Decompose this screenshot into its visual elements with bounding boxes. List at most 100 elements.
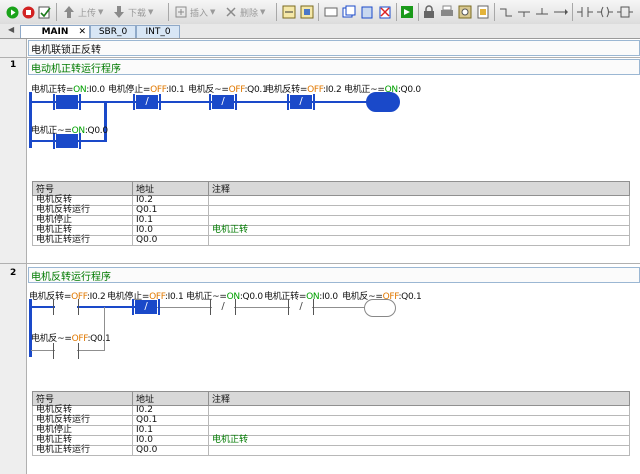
table-row[interactable]: 电机反转运行 Q0.1 [32,415,630,426]
table-row[interactable]: 电机正转 I0.0 电机正转 [32,225,630,236]
contact-no[interactable] [53,299,79,315]
cell-comment [208,195,630,206]
output-coil[interactable] [364,299,396,317]
cell-address: I0.1 [132,215,209,226]
cell-symbol: 电机反转 [32,195,133,206]
cell-symbol: 电机反转运行 [32,415,133,426]
box-icon[interactable] [616,4,634,20]
table-row[interactable]: 电机反转 I0.2 [32,195,630,206]
cut-icon[interactable] [378,4,392,20]
compile-icon[interactable] [38,4,52,20]
insert-icon [174,5,188,19]
coil-icon[interactable] [596,4,614,20]
operand-label: 电机停止=OFF:I0.1 [108,85,185,95]
operand-state: OFF [71,334,88,344]
toolbar-separator [572,3,573,21]
tab-main[interactable]: MAIN ✕ [20,25,90,38]
bookmark-icon[interactable] [476,4,490,20]
table-row[interactable]: 电机停止 I0.1 [32,215,630,226]
delete-label: 删除 [240,8,259,19]
operand-state: OFF [150,85,166,95]
settings-icon[interactable] [458,4,472,20]
toolbar-separator [494,3,495,21]
contact-no[interactable] [53,133,81,149]
cell-address: Q0.1 [132,205,209,216]
lock-icon[interactable] [422,4,436,20]
chevron-down-icon: ▼ [148,8,154,16]
contact-nc[interactable]: / [287,94,315,110]
table-row[interactable]: 电机停止 I0.1 [32,425,630,436]
close-icon[interactable]: ✕ [78,26,86,38]
contact-no[interactable] [53,94,81,110]
rung-wire [157,307,365,308]
contact-nc[interactable]: / [210,299,236,315]
operand-address: Q0.1 [401,292,422,302]
cell-symbol: 电机正转运行 [32,445,133,456]
tab-bar: ◀ MAIN ✕ SBR_0 INT_0 [0,24,640,39]
program-comment-box[interactable] [28,40,640,56]
delete-button[interactable]: 删除 ▼ [224,4,265,20]
column-header-comment: 注释 [208,181,630,196]
download-icon [112,5,126,19]
contact-nc[interactable]: / [209,94,237,110]
operand-label: 电机反转=OFF:I0.2 [265,85,342,95]
contact-nc[interactable]: / [288,299,314,315]
cell-address: I0.0 [132,225,209,236]
toolbar-separator [168,3,169,21]
upload-button[interactable]: 上传 ▼ [62,4,103,20]
run-icon[interactable] [6,4,19,20]
scroll-left-icon[interactable]: ◀ [8,25,14,34]
insert-button[interactable]: 插入 ▼ [174,4,215,20]
table-row[interactable]: 电机正转运行 Q0.0 [32,445,630,456]
network-title: 电机反转运行程序 [31,272,111,283]
contact-no[interactable] [53,343,79,359]
goto-icon[interactable] [400,4,414,20]
ladder-view-icon[interactable] [282,4,296,20]
stop-icon[interactable] [22,4,35,20]
line-arrow-icon[interactable] [552,4,568,20]
cell-symbol: 电机正转运行 [32,235,133,246]
paste-icon[interactable] [360,4,374,20]
table-row[interactable]: 电机正转 I0.0 电机正转 [32,435,630,446]
tab-label: MAIN [41,27,69,37]
toolbar-separator [396,3,397,21]
upload-label: 上传 [78,8,97,19]
copy-icon[interactable] [342,4,356,20]
cell-symbol: 电机正转 [32,435,133,446]
operand-address: Q0.0 [87,126,109,136]
contact-icon[interactable] [576,4,594,20]
network-divider [0,263,640,264]
table-row[interactable]: 电机反转运行 Q0.1 [32,205,630,216]
toolbar: 上传 ▼ 下载 ▼ 插入 ▼ 删除 ▼ [0,0,640,25]
contact-nc[interactable]: / [133,94,161,110]
tab-sbr0[interactable]: SBR_0 [90,25,136,38]
network-title-box[interactable] [28,267,640,283]
operand-address: Q0.1 [90,334,111,344]
contact-nc[interactable]: / [132,299,160,315]
branch-line-icon[interactable] [534,4,550,20]
tab-int0[interactable]: INT_0 [136,25,180,38]
operand-address: Q0.0 [242,292,264,302]
operand-address: I0.2 [89,292,106,302]
cell-comment [208,235,630,246]
status-chart-icon[interactable] [300,4,314,20]
chevron-down-icon: ▼ [98,8,104,16]
cell-comment [208,415,630,426]
operand-address: I0.0 [322,292,338,302]
branch-up-icon[interactable] [498,4,514,20]
print-icon[interactable] [440,4,454,20]
operand-address: I0.1 [168,85,185,95]
branch-down-icon[interactable] [516,4,532,20]
output-coil[interactable] [366,92,400,112]
column-header-symbol: 符号 [32,391,133,406]
operand-symbol: 电机停止 [108,85,143,95]
table-row[interactable]: 电机正转运行 Q0.0 [32,235,630,246]
network-icon[interactable] [324,4,338,20]
rung-wire [31,101,371,103]
toolbar-separator [56,3,57,21]
toolbar-separator [276,3,277,21]
cell-address: I0.2 [132,195,209,206]
network-title: 电动机正转运行程序 [31,64,121,75]
table-row[interactable]: 电机反转 I0.2 [32,405,630,416]
download-button[interactable]: 下载 ▼ [112,4,153,20]
